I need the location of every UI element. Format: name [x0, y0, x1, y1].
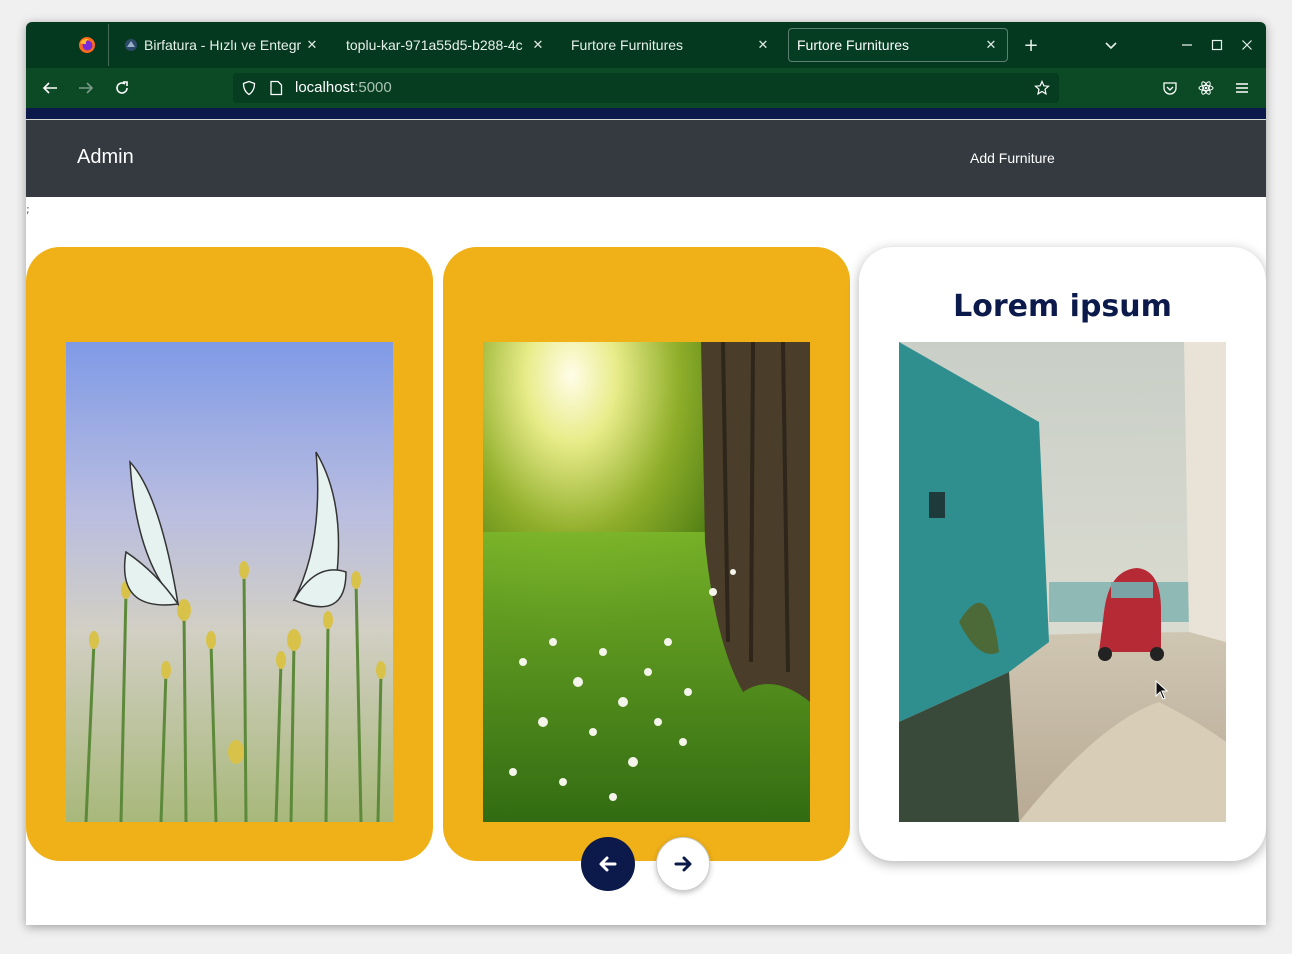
- tab-furtore-active[interactable]: Furtore Furnitures ✕: [788, 28, 1008, 62]
- tab-title: Furtore Furnitures: [797, 37, 910, 53]
- butterflies-image: [66, 342, 393, 822]
- list-tabs-chevron-icon[interactable]: [1100, 34, 1122, 56]
- carousel-card-active[interactable]: Lorem ipsum: [859, 247, 1266, 861]
- hamburger-menu-icon[interactable]: [1231, 77, 1253, 99]
- carousel-card[interactable]: [443, 247, 850, 861]
- stray-text: ;: [26, 203, 30, 216]
- close-window-icon[interactable]: [1236, 34, 1258, 56]
- address-bar[interactable]: localhost:5000: [233, 73, 1059, 103]
- tab-title: Furtore Furnitures: [571, 37, 684, 53]
- beetle-car-alley-image: [899, 342, 1226, 822]
- carousel-next-button[interactable]: [656, 837, 710, 891]
- react-devtools-icon[interactable]: [1195, 77, 1217, 99]
- add-furniture-link[interactable]: Add Furniture: [970, 150, 1055, 166]
- url-text[interactable]: localhost:5000: [295, 79, 392, 96]
- arrow-left-icon: [599, 856, 617, 872]
- close-tab-icon[interactable]: ✕: [530, 37, 546, 53]
- page-top-strip: [26, 108, 1266, 120]
- card-title: Lorem ipsum: [953, 289, 1172, 324]
- reload-icon[interactable]: [111, 77, 133, 99]
- browser-window: Birfatura - Hızlı ve Entegr ✕ toplu-kar-…: [26, 22, 1266, 925]
- new-tab-icon[interactable]: +: [1020, 34, 1042, 56]
- firefox-logo-icon[interactable]: [78, 36, 96, 54]
- site-favicon-icon: [125, 39, 137, 51]
- tab-birfatura[interactable]: Birfatura - Hızlı ve Entegr ✕: [116, 28, 328, 62]
- page-icon[interactable]: [269, 80, 283, 96]
- forest-meadow-image: [483, 342, 810, 822]
- carousel-prev-button[interactable]: [581, 837, 635, 891]
- url-host: localhost: [295, 79, 355, 96]
- close-tab-icon[interactable]: ✕: [983, 37, 999, 53]
- tab-toplu-kar[interactable]: toplu-kar-971a55d5-b288-4c ✕: [338, 28, 554, 62]
- arrow-right-icon: [674, 856, 692, 872]
- pocket-icon[interactable]: [1159, 77, 1181, 99]
- navigation-toolbar: localhost:5000: [26, 68, 1266, 108]
- bookmark-star-icon[interactable]: [1034, 80, 1050, 96]
- page-content: Admin Add Furniture ; Lorem ipsum: [26, 120, 1266, 925]
- maximize-icon[interactable]: [1206, 34, 1228, 56]
- close-tab-icon[interactable]: ✕: [755, 37, 771, 53]
- tab-title: Birfatura - Hızlı ve Entegr: [144, 37, 302, 53]
- mouse-cursor-icon: [1155, 680, 1169, 700]
- close-tab-icon[interactable]: ✕: [304, 37, 320, 53]
- tab-separator: [108, 24, 109, 66]
- brand-admin[interactable]: Admin: [77, 146, 134, 169]
- minimize-icon[interactable]: [1176, 34, 1198, 56]
- back-arrow-icon[interactable]: [39, 77, 61, 99]
- app-header: Admin Add Furniture: [26, 120, 1266, 197]
- tab-title: toplu-kar-971a55d5-b288-4c: [346, 37, 523, 53]
- url-port: :5000: [354, 79, 392, 96]
- shield-icon[interactable]: [241, 80, 257, 96]
- forward-arrow-icon[interactable]: [75, 77, 97, 99]
- carousel-card[interactable]: [26, 247, 433, 861]
- tab-bar: Birfatura - Hızlı ve Entegr ✕ toplu-kar-…: [26, 22, 1266, 68]
- tab-furtore-1[interactable]: Furtore Furnitures ✕: [563, 28, 779, 62]
